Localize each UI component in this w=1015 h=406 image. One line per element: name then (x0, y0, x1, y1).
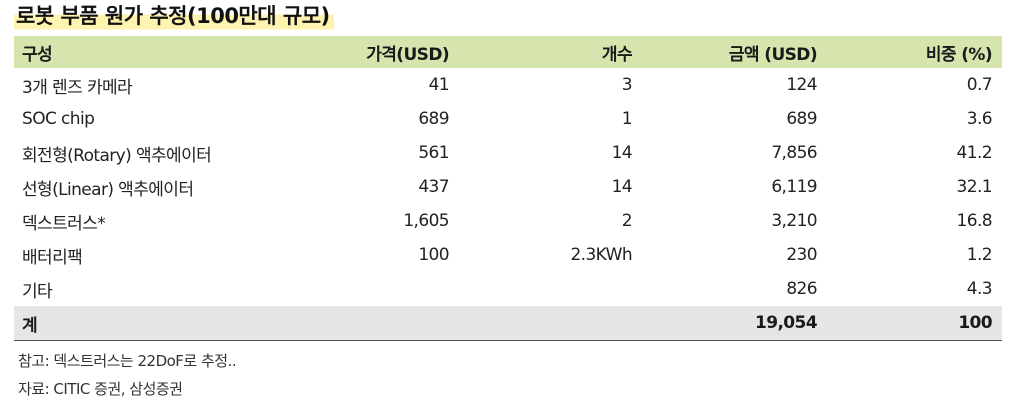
cell-price: 561 (418, 143, 449, 163)
cell-amount: 689 (786, 109, 817, 129)
cell-component: 배터리팩 (22, 247, 83, 268)
source-note: 자료: CITIC 증권, 삼성증권 (18, 380, 183, 398)
cell-count: 2.3KWh (570, 245, 632, 265)
cell-share: 16.8 (956, 211, 993, 231)
footnote: 참고: 덱스트러스는 22DoF로 추정.. (18, 352, 237, 370)
cell-share: 32.1 (956, 177, 993, 197)
cell-count: 3 (621, 75, 633, 95)
cell-share: 41.2 (956, 143, 993, 163)
cell-amount: 6,119 (771, 177, 817, 197)
header-price: 가격(USD) (366, 44, 449, 65)
cell-count: 1 (621, 109, 633, 129)
cell-component: 3개 렌즈 카메라 (22, 77, 133, 98)
cell-amount: 124 (786, 75, 817, 95)
header-component: 구성 (22, 44, 53, 65)
cell-amount: 3,210 (771, 211, 817, 231)
cell-component: 덱스트러스* (22, 213, 106, 234)
table-row: 기타 826 4.3 (14, 272, 1002, 306)
cell-share: 1.2 (966, 245, 993, 265)
cell-count: 2 (621, 211, 633, 231)
header-amount: 금액 (USD) (728, 44, 818, 65)
cell-price: 100 (418, 245, 449, 265)
cell-price: 689 (418, 109, 449, 129)
total-amount: 19,054 (754, 313, 818, 333)
table-row: SOC chip 689 1 689 3.6 (14, 102, 1002, 136)
cell-share: 0.7 (966, 75, 993, 95)
cell-share: 3.6 (966, 109, 993, 129)
cell-component: 회전형(Rotary) 액추에이터 (22, 145, 212, 166)
cell-share: 4.3 (966, 279, 993, 299)
table-row: 배터리팩 100 2.3KWh 230 1.2 (14, 238, 1002, 272)
cell-component: 기타 (22, 281, 53, 302)
cell-price: 41 (428, 75, 450, 95)
table-row: 3개 렌즈 카메라 41 3 124 0.7 (14, 68, 1002, 102)
cell-amount: 230 (786, 245, 817, 265)
cell-price: 437 (418, 177, 449, 197)
table-row: 선형(Linear) 액추에이터 437 14 6,119 32.1 (14, 170, 1002, 204)
cost-table: 구성 가격(USD) 개수 금액 (USD) 비중 (%) 3개 렌즈 카메라 … (14, 36, 1002, 340)
table-total-row: 계 19,054 100 (14, 306, 1002, 340)
table-row: 덱스트러스* 1,605 2 3,210 16.8 (14, 204, 1002, 238)
table-header-row: 구성 가격(USD) 개수 금액 (USD) 비중 (%) (14, 36, 1002, 68)
cell-component: SOC chip (22, 109, 95, 129)
header-share: 비중 (%) (925, 44, 993, 65)
cell-price: 1,605 (403, 211, 449, 231)
page-title: 로봇 부품 원가 추정(100만대 규모) (14, 1, 334, 31)
title-container: 로봇 부품 원가 추정(100만대 규모) (14, 0, 334, 32)
cell-count: 14 (611, 143, 633, 163)
total-share: 100 (958, 313, 992, 333)
cell-amount: 7,856 (771, 143, 817, 163)
table-row: 회전형(Rotary) 액추에이터 561 14 7,856 41.2 (14, 136, 1002, 170)
table-bottom-rule (14, 340, 1002, 341)
header-count: 개수 (601, 44, 633, 65)
cell-count: 14 (611, 177, 633, 197)
cell-amount: 826 (786, 279, 817, 299)
total-label: 계 (22, 315, 38, 336)
cell-component: 선형(Linear) 액추에이터 (22, 179, 194, 200)
